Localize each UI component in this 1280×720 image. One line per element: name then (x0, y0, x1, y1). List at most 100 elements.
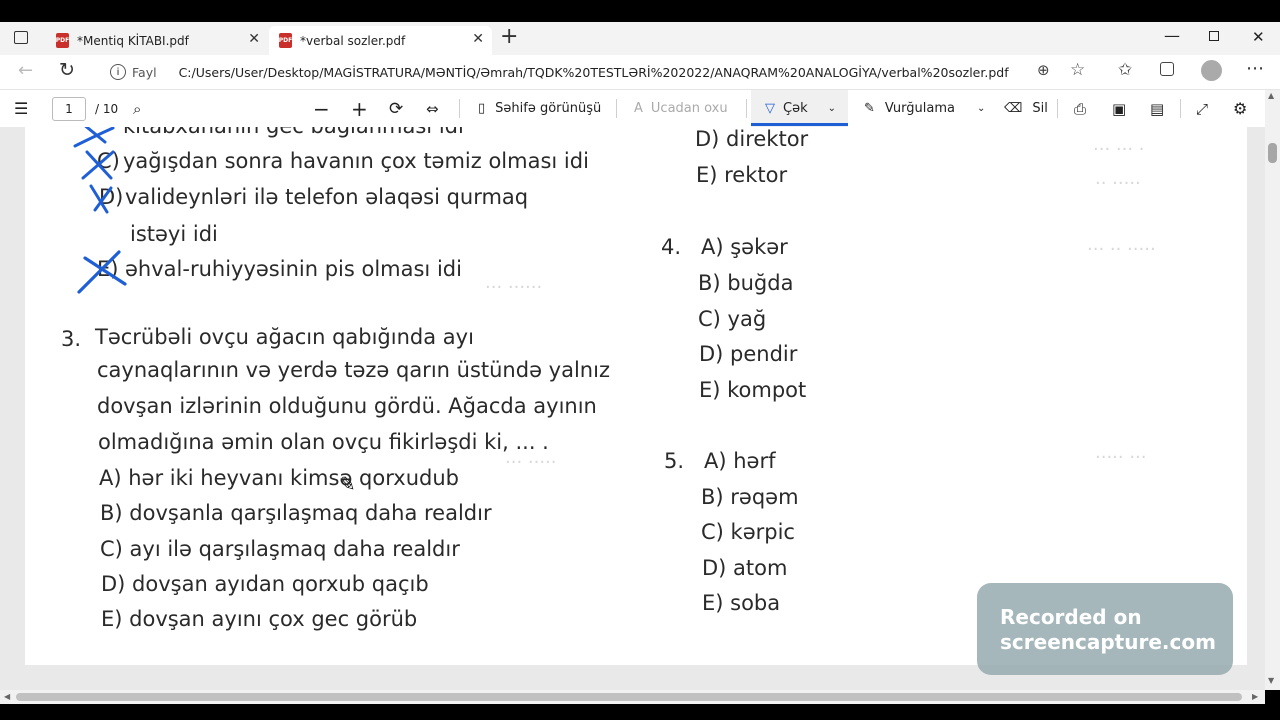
q5-option: C) kərpic (701, 520, 795, 544)
q2-option-d-text: valideynləri ilə telefon əlaqəsi qurmaq (125, 185, 529, 209)
q4-option: C) yağ (698, 307, 767, 331)
info-icon[interactable]: i (110, 64, 126, 80)
tab-verbal[interactable]: PDF *verbal sozler.pdf ✕ (269, 26, 492, 55)
highlight-icon: ✎ (864, 101, 875, 116)
q3-number: 3. (61, 327, 82, 351)
pdf-toolbar: ☰ 1 / 10 ⌕ − + ⟳ ⇔ ▯ Səhifə görünüşü A U… (0, 90, 1280, 128)
zoom-icon[interactable]: ⊕ (1037, 61, 1050, 79)
address-bar: ← ↻ i Fayl C:/Users/User/Desktop/MAGİSTR… (0, 55, 1280, 90)
search-icon[interactable]: ⌕ (133, 90, 141, 127)
tab-bar: PDF *Mentiq KİTABI.pdf ✕ PDF *verbal soz… (0, 22, 1280, 55)
pen-cursor-icon: ✎ (339, 472, 356, 496)
scroll-thumb[interactable] (1268, 143, 1277, 163)
eraser-icon: ⌫ (1004, 101, 1023, 116)
restore-button[interactable] (1209, 31, 1219, 41)
close-icon[interactable]: ✕ (248, 31, 260, 47)
read-aloud-label: Ucadan oxu (650, 101, 728, 116)
url-field[interactable]: i Fayl C:/Users/User/Desktop/MAGİSTRATUR… (96, 58, 1096, 86)
q4-option: B) buğda (698, 271, 794, 295)
page-view-label: Səhifə görünüşü (495, 101, 602, 116)
erase-button[interactable]: ⌫ Sil (1004, 90, 1048, 127)
pdf-icon: PDF (56, 33, 69, 48)
chevron-down-icon[interactable]: ⌄ (828, 103, 836, 114)
refresh-icon[interactable]: ↻ (59, 59, 75, 81)
read-aloud-icon: A (634, 101, 643, 116)
pdf-icon: PDF (279, 33, 292, 48)
right-option: E) rektor (696, 163, 788, 187)
q2-option-c-text: yağışdan sonra havanın çox təmiz olması … (123, 149, 589, 173)
q5-option: E) soba (702, 591, 781, 615)
draw-label: Çək (783, 101, 808, 116)
zoom-out-button[interactable]: − (313, 90, 330, 127)
ink-annotations (73, 127, 127, 294)
q4-option: D) pendir (699, 342, 798, 366)
ink-cross-d (89, 184, 113, 214)
tab-actions-icon[interactable] (14, 31, 28, 44)
draw-active-underline (751, 123, 848, 126)
favorites-icon[interactable]: ✩ (1118, 60, 1132, 80)
watermark: Recorded on screencapture.com (977, 583, 1233, 675)
more-icon[interactable]: ⋯ (1246, 58, 1264, 79)
tab-mentiq[interactable]: PDF *Mentiq KİTABI.pdf ✕ (46, 26, 268, 55)
q5-number: 5. (664, 449, 685, 473)
back-icon[interactable]: ← (18, 60, 33, 81)
tab-title: *Mentiq KİTABI.pdf (77, 33, 189, 48)
q3-stem-line: olmadığına əmin olan ovçu fikirləşdi ki,… (98, 430, 549, 454)
close-window-button[interactable]: ✕ (1252, 28, 1265, 46)
new-tab-button[interactable]: + (500, 24, 518, 49)
print-icon[interactable]: ⎙ (1074, 90, 1086, 127)
zoom-in-button[interactable]: + (351, 90, 368, 127)
scroll-thumb[interactable] (16, 693, 1242, 701)
q3-option: D) dovşan ayıdan qorxub qaçıb (101, 572, 429, 596)
ink-cross-b (73, 127, 115, 148)
q5-option: B) rəqəm (701, 485, 799, 509)
q3-option: B) dovşanla qarşılaşmaq daha realdır (100, 501, 492, 525)
right-option: D) direktor (695, 127, 809, 151)
fit-icon[interactable]: ⇔ (426, 90, 439, 127)
q4-number: 4. (661, 235, 682, 259)
collections-icon[interactable] (1160, 62, 1174, 76)
draw-button[interactable]: ▽ Çək ⌄ (751, 90, 848, 127)
highlight-button[interactable]: ✎ Vurğulama ⌄ (864, 90, 985, 127)
chevron-down-icon[interactable]: ⌄ (977, 103, 985, 114)
favorite-add-icon[interactable]: ☆ (1070, 60, 1085, 80)
horizontal-scrollbar[interactable]: ◀ ▶ (0, 690, 1265, 704)
read-aloud-button[interactable]: A Ucadan oxu (634, 90, 728, 127)
q3-stem-line: dovşan izlərinin olduğunu gördü. Ağacda … (97, 394, 597, 418)
url-text: C:/Users/User/Desktop/MAGİSTRATURA/MƏNTİ… (178, 64, 1009, 80)
q5-option: A) hərf (704, 449, 776, 473)
page-total: / 10 (95, 101, 119, 116)
avatar[interactable] (1201, 60, 1222, 81)
save-as-icon[interactable]: ▤ (1150, 90, 1164, 127)
contents-icon[interactable]: ☰ (14, 90, 28, 127)
page-number-input[interactable]: 1 (52, 97, 86, 121)
scroll-right-icon[interactable]: ▶ (1252, 692, 1258, 701)
ink-cross-c (81, 150, 115, 180)
settings-icon[interactable]: ⚙ (1233, 90, 1247, 127)
tab-title: *verbal sozler.pdf (300, 33, 406, 48)
watermark-line: Recorded on (1000, 605, 1142, 629)
scroll-left-icon[interactable]: ◀ (4, 692, 10, 701)
draw-icon: ▽ (765, 101, 775, 116)
q3-stem-line: caynaqlarının və yerdə təzə qarın üstünd… (97, 358, 610, 382)
scroll-down-icon[interactable]: ▼ (1268, 676, 1274, 685)
q3-stem-line: Təcrübəli ovçu ağacın qabığında ayı (95, 325, 474, 349)
fullscreen-icon[interactable]: ⤢ (1196, 90, 1208, 127)
letterbox-bottom (0, 704, 1280, 720)
page-view-icon: ▯ (478, 101, 486, 116)
q4-option: A) şəkər (701, 235, 788, 259)
save-icon[interactable]: ▣ (1112, 90, 1126, 127)
q4-option: E) kompot (699, 378, 807, 402)
watermark-line: screencapture.com (1000, 630, 1216, 654)
q3-option: A) hər iki heyvanı kimsə qorxudub (99, 466, 459, 490)
vertical-scrollbar[interactable]: ▲ ▼ (1265, 90, 1280, 690)
page-view-button[interactable]: ▯ Səhifə görünüşü (478, 90, 601, 127)
close-icon[interactable]: ✕ (472, 31, 484, 47)
scroll-up-icon[interactable]: ▲ (1268, 91, 1274, 100)
minimize-button[interactable]: — (1164, 26, 1180, 45)
q3-option: C) ayı ilə qarşılaşmaq daha realdır (100, 537, 460, 561)
rotate-icon[interactable]: ⟳ (389, 90, 403, 127)
q5-option: D) atom (702, 556, 788, 580)
highlight-label: Vurğulama (884, 101, 955, 116)
ink-cross-e (77, 250, 127, 294)
